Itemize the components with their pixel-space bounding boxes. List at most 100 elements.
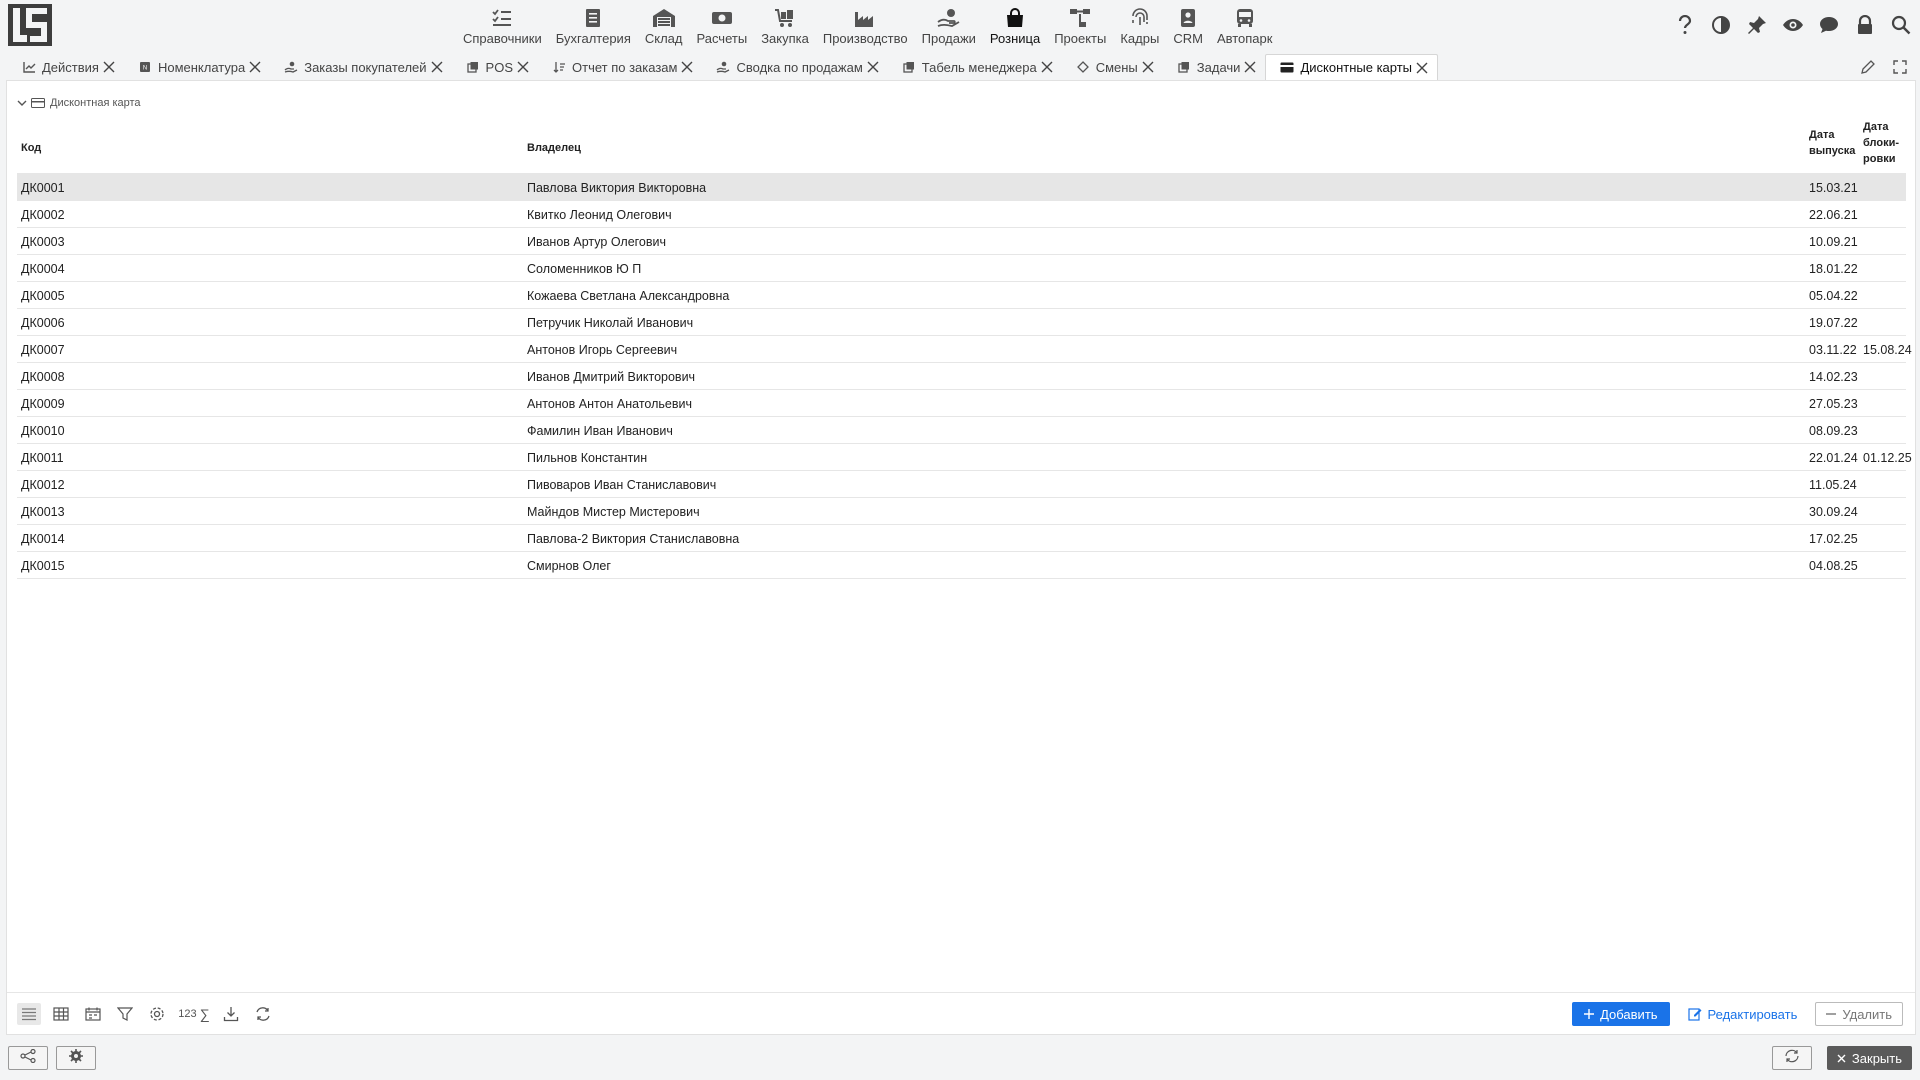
list-view-icon[interactable] (17, 1003, 41, 1025)
cell-owner: Иванов Артур Олегович (527, 235, 667, 249)
table-row[interactable]: ДК0014 Павлова-2 Виктория Станиславовна 17… (17, 524, 1906, 551)
main-panel: Дисконтная карта Код Владелец Дата выпус… (6, 80, 1916, 1035)
table-row[interactable]: ДК0007 Антонов Игорь Сергеевич 03.11.22 15.… (17, 335, 1912, 362)
table-row[interactable]: ДК0012 Пивоваров Иван Станиславович 11.05.… (17, 470, 1906, 497)
cell-code: ДК0004 (21, 262, 65, 276)
table-row[interactable]: ДК0003 Иванов Артур Олегович 10.09.21 (17, 227, 1906, 254)
header-issue-line2: выпуска (1809, 145, 1856, 157)
ledger-icon (581, 7, 605, 29)
section-header[interactable]: Дисконтная карта (17, 97, 141, 109)
settings-button[interactable] (56, 1046, 96, 1070)
contrast-icon[interactable] (1708, 12, 1734, 38)
tab-diskontnye-karty[interactable]: Дисконтные карты (1265, 54, 1439, 80)
tab-pos[interactable]: POS (452, 54, 538, 80)
tab-svodka-po-prodazham[interactable]: Сводка по продажам (702, 54, 887, 80)
chevron-down-icon (17, 100, 27, 106)
close-icon[interactable] (1141, 60, 1155, 74)
tab-zakazy-pokupateley[interactable]: Заказы покупателей (270, 54, 451, 80)
search-icon[interactable] (1888, 12, 1914, 38)
cell-owner: Пильнов Константин (527, 451, 648, 465)
menu-item-sklad[interactable]: Склад (638, 0, 690, 46)
menu-item-proekty[interactable]: Проекты (1047, 0, 1113, 46)
header-owner[interactable]: Владелец (527, 142, 581, 154)
table-body: ДК0001 Павлова Виктория Викторовна 15.03.2… (17, 173, 1912, 579)
menu-item-crm[interactable]: CRM (1166, 0, 1210, 46)
table-row[interactable]: ДК0011 Пильнов Константин 22.01.24 01.12.25 (17, 443, 1912, 470)
table-row[interactable]: ДК0008 Иванов Дмитрий Викторович 14.02.23 (17, 362, 1906, 389)
table-row[interactable]: ДК0015 Смирнов Олег 04.08.25 (17, 551, 1906, 578)
lock-icon[interactable] (1852, 12, 1878, 38)
table-row[interactable]: ДК0010 Фамилин Иван Иванович 08.09.23 (17, 416, 1906, 443)
table-row[interactable]: ДК0005 Кожаева Светлана Александровна 05.0… (17, 281, 1906, 308)
close-icon[interactable] (680, 60, 694, 74)
tab-nomenklatura[interactable]: N Номенклатура (124, 54, 270, 80)
cell-issue-date: 11.05.24 (1809, 478, 1857, 492)
menu-item-label: Кадры (1120, 31, 1160, 46)
tab-zadachi[interactable]: Задачи (1163, 54, 1266, 80)
close-icon[interactable] (1243, 60, 1257, 74)
menu-item-raschety[interactable]: Расчеты (689, 0, 754, 46)
calendar-view-icon[interactable] (81, 1003, 105, 1025)
tab-otchet-po-zakazam[interactable]: Отчет по заказам (538, 54, 702, 80)
menu-item-label: Розница (989, 31, 1041, 46)
menu-item-spravochniki[interactable]: Справочники (456, 0, 549, 46)
tab-label: Сводка по продажам (736, 59, 863, 75)
header-block-line1: Дата (1863, 121, 1889, 133)
sum-toggle[interactable]: 123 ∑ (177, 1003, 211, 1025)
eye-icon[interactable] (1780, 12, 1806, 38)
table-row[interactable]: ДК0006 Петручик Николай Иванович 19.07.22 (17, 308, 1906, 335)
filter-icon[interactable] (113, 1003, 137, 1025)
menu-item-kadry[interactable]: Кадры (1113, 0, 1166, 46)
sort-icon (552, 60, 566, 74)
copy-icon (1177, 60, 1191, 74)
delete-button[interactable]: Удалить (1815, 1002, 1903, 1026)
close-icon[interactable] (430, 60, 444, 74)
table-row[interactable]: ДК0001 Павлова Виктория Викторовна 15.03.2… (17, 173, 1906, 200)
close-icon[interactable] (248, 60, 262, 74)
pencil-icon[interactable] (1856, 56, 1880, 78)
menu-item-prodazhi[interactable]: Продажи (915, 0, 983, 46)
table-row[interactable]: ДК0013 Майндов Мистер Мистерович 30.09.24 (17, 497, 1906, 524)
tab-label: Смены (1095, 59, 1138, 75)
tab-deystviya[interactable]: Действия (8, 54, 124, 80)
close-icon[interactable] (1040, 60, 1054, 74)
cell-code: ДК0014 (21, 532, 65, 546)
bus-icon (1233, 7, 1257, 29)
header-issue-date[interactable]: Дата выпуска (1809, 127, 1855, 159)
pin-icon[interactable] (1744, 12, 1770, 38)
close-button[interactable]: Закрыть (1826, 1046, 1912, 1070)
close-icon[interactable] (102, 60, 116, 74)
menu-item-roznitsa[interactable]: Розница (983, 0, 1047, 46)
tab-smeny[interactable]: Смены (1062, 54, 1163, 80)
refresh-icon[interactable] (251, 1003, 275, 1025)
help-icon[interactable] (1672, 12, 1698, 38)
close-icon[interactable] (1415, 61, 1429, 75)
reload-button[interactable] (1772, 1046, 1812, 1070)
header-code[interactable]: Код (21, 142, 41, 154)
menu-item-zakupka[interactable]: Закупка (754, 0, 816, 46)
cell-code: ДК0001 (21, 181, 65, 195)
close-icon[interactable] (516, 60, 530, 74)
table-row[interactable]: ДК0009 Антонов Антон Анатольевич 27.05.23 (17, 389, 1906, 416)
edit-button[interactable]: Редактировать (1680, 1002, 1806, 1026)
menu-item-proizvodstvo[interactable]: Производство (816, 0, 915, 46)
grid-view-icon[interactable] (49, 1003, 73, 1025)
table-row[interactable]: ДК0004 Соломенников Ю П 18.01.22 (17, 254, 1906, 281)
menu-item-buhgalteria[interactable]: Бухгалтерия (549, 0, 638, 46)
table-row[interactable]: ДК0002 Квитко Леонид Олегович 22.06.21 (17, 200, 1906, 227)
settings-icon[interactable] (145, 1003, 169, 1025)
add-button[interactable]: Добавить (1572, 1002, 1670, 1026)
copy-icon (902, 60, 916, 74)
tab-tabel-menedzhera[interactable]: Табель менеджера (888, 54, 1062, 80)
app-logo[interactable] (8, 4, 52, 46)
fullscreen-icon[interactable] (1888, 56, 1912, 78)
header-block-date[interactable]: Дата блоки- ровки (1863, 119, 1899, 167)
download-icon[interactable] (219, 1003, 243, 1025)
share-button[interactable] (8, 1046, 48, 1070)
close-icon[interactable] (866, 60, 880, 74)
share-icon (20, 1048, 36, 1068)
section-title: Дисконтная карта (50, 97, 141, 109)
chat-icon[interactable] (1816, 12, 1842, 38)
menu-item-label: Проекты (1054, 31, 1107, 46)
menu-item-avtopark[interactable]: Автопарк (1210, 0, 1280, 46)
